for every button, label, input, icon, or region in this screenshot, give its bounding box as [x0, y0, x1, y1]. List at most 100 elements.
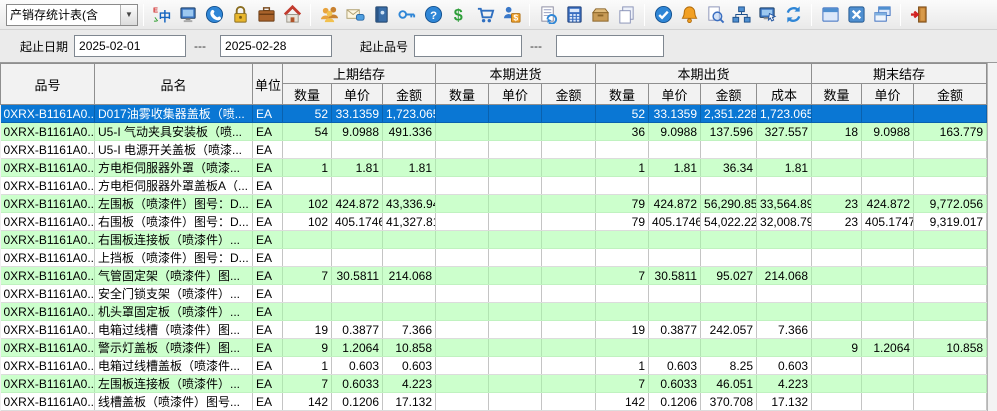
- table-row[interactable]: 0XRX-B1161A0...气管固定架（喷漆件）图...EA730.58112…: [1, 267, 987, 285]
- key-icon[interactable]: [395, 3, 419, 27]
- table-row[interactable]: 0XRX-B1161A0...右围板（喷漆件）图号：D...EA102405.1…: [1, 213, 987, 231]
- table-row[interactable]: 0XRX-B1161A0...右围板连接板（喷漆件）...EA: [1, 231, 987, 249]
- item-from-input[interactable]: [414, 35, 522, 57]
- col-header-price[interactable]: 单价: [862, 84, 914, 105]
- table-row[interactable]: 0XRX-B1161A0...左围板（喷漆件）图号：D...EA102424.8…: [1, 195, 987, 213]
- product-name-cell: 左围板连接板（喷漆件）...: [95, 375, 253, 393]
- dollar-icon[interactable]: $: [447, 3, 471, 27]
- remote-icon[interactable]: [755, 3, 779, 27]
- chevron-down-icon[interactable]: ▼: [120, 5, 137, 25]
- window-icon[interactable]: [818, 3, 842, 27]
- col-header-amount[interactable]: 金额: [383, 84, 436, 105]
- value-cell: [812, 357, 862, 375]
- col-header-amount[interactable]: 金额: [701, 84, 757, 105]
- value-cell: [862, 249, 914, 267]
- col-header-cost[interactable]: 成本: [757, 84, 812, 105]
- grid-right-filler: [987, 63, 997, 411]
- value-cell: 424.872: [332, 195, 383, 213]
- value-cell: [649, 249, 701, 267]
- calculator-icon[interactable]: [562, 3, 586, 27]
- item-to-input[interactable]: [556, 35, 664, 57]
- date-from-input[interactable]: [74, 35, 186, 57]
- refresh-icon[interactable]: [781, 3, 805, 27]
- value-cell: [862, 303, 914, 321]
- value-cell: [914, 321, 987, 339]
- table-row[interactable]: 0XRX-B1161A0...电箱过线槽（喷漆件）图...EA190.38777…: [1, 321, 987, 339]
- value-cell: [649, 303, 701, 321]
- org-chart-icon[interactable]: [729, 3, 753, 27]
- col-header-qty[interactable]: 数量: [812, 84, 862, 105]
- value-cell: [596, 177, 649, 195]
- report-type-select[interactable]: 产销存统计表(含 ▼: [6, 4, 138, 26]
- lang-switch-icon[interactable]: E中: [150, 3, 174, 27]
- approve-icon[interactable]: [651, 3, 675, 27]
- col-header-price[interactable]: 单价: [649, 84, 701, 105]
- product-name-cell: 线槽盖板（喷漆件）图号...: [95, 393, 253, 411]
- archive-icon[interactable]: [588, 3, 612, 27]
- value-cell: 9.0988: [332, 123, 383, 141]
- product-no-cell: 0XRX-B1161A0...: [1, 267, 95, 285]
- value-cell: [862, 105, 914, 123]
- value-cell: [332, 249, 383, 267]
- col-header-price[interactable]: 单价: [489, 84, 542, 105]
- value-cell: [914, 231, 987, 249]
- value-cell: 9: [283, 339, 332, 357]
- value-cell: [542, 177, 596, 195]
- table-row[interactable]: 0XRX-B1161A0...左围板连接板（喷漆件）...EA70.60334.…: [1, 375, 987, 393]
- table-row[interactable]: 0XRX-B1161A0...U5-I 电源开关盖板（喷漆...EA: [1, 141, 987, 159]
- value-cell: [332, 141, 383, 159]
- phone-icon[interactable]: [202, 3, 226, 27]
- monitor-icon[interactable]: [176, 3, 200, 27]
- col-header-product-no[interactable]: 品号: [1, 64, 95, 105]
- table-row[interactable]: 0XRX-B1161A0...警示灯盖板（喷漆件）图...EA91.206410…: [1, 339, 987, 357]
- exit-icon[interactable]: [907, 3, 931, 27]
- close-window-icon[interactable]: [844, 3, 868, 27]
- table-row[interactable]: 0XRX-B1161A0...机头罩固定板（喷漆件）...EA: [1, 303, 987, 321]
- briefcase-icon[interactable]: [254, 3, 278, 27]
- col-header-unit[interactable]: 单位: [253, 64, 283, 105]
- toolbar-separator: [529, 4, 530, 26]
- col-header-amount[interactable]: 金额: [542, 84, 596, 105]
- cart-icon[interactable]: [473, 3, 497, 27]
- report-refresh-icon[interactable]: [536, 3, 560, 27]
- value-cell: 17.132: [757, 393, 812, 411]
- mail-icon[interactable]: [343, 3, 367, 27]
- search-doc-icon[interactable]: [703, 3, 727, 27]
- product-no-cell: 0XRX-B1161A0...: [1, 177, 95, 195]
- users-icon[interactable]: [317, 3, 341, 27]
- col-header-qty[interactable]: 数量: [283, 84, 332, 105]
- value-cell: 7: [283, 375, 332, 393]
- toolbar: 产销存统计表(含 ▼ E中?$$: [0, 0, 997, 30]
- col-header-qty[interactable]: 数量: [436, 84, 489, 105]
- help-icon[interactable]: ?: [421, 3, 445, 27]
- table-row[interactable]: 0XRX-B1161A0...安全门锁支架（喷漆件）...EA: [1, 285, 987, 303]
- table-row[interactable]: 0XRX-B1161A0...电箱过线槽盖板（喷漆件...EA10.6030.6…: [1, 357, 987, 375]
- value-cell: 0.1206: [332, 393, 383, 411]
- home-icon[interactable]: [280, 3, 304, 27]
- copy-icon[interactable]: [614, 3, 638, 27]
- lock-icon[interactable]: [228, 3, 252, 27]
- table-row[interactable]: 0XRX-B1161A0...方电柜伺服器外罩（喷漆...EA11.811.81…: [1, 159, 987, 177]
- statistics-table: 品号 品名 单位 上期结存 本期进货 本期出货 期末结存 数量 单价 金额 数量…: [0, 63, 987, 411]
- table-row[interactable]: 0XRX-B1161A0...D017油雾收集器盖板（喷...EA5233.13…: [1, 105, 987, 123]
- unit-cell: EA: [253, 375, 283, 393]
- finance-icon[interactable]: $: [499, 3, 523, 27]
- value-cell: [489, 123, 542, 141]
- value-cell: 54: [283, 123, 332, 141]
- product-name-cell: D017油雾收集器盖板（喷...: [95, 105, 253, 123]
- table-row[interactable]: 0XRX-B1161A0...U5-I 气动夹具安装板（喷...EA549.09…: [1, 123, 987, 141]
- date-to-input[interactable]: [220, 35, 332, 57]
- col-header-qty[interactable]: 数量: [596, 84, 649, 105]
- col-header-product-name[interactable]: 品名: [95, 64, 253, 105]
- value-cell: [542, 213, 596, 231]
- col-header-price[interactable]: 单价: [332, 84, 383, 105]
- notebook-icon[interactable]: [369, 3, 393, 27]
- table-row[interactable]: 0XRX-B1161A0...方电柜伺服器外罩盖板A（...EA: [1, 177, 987, 195]
- value-cell: [862, 159, 914, 177]
- value-cell: 17.132: [383, 393, 436, 411]
- bell-icon[interactable]: [677, 3, 701, 27]
- table-row[interactable]: 0XRX-B1161A0...上挡板（喷漆件）图号：D...EA: [1, 249, 987, 267]
- cascade-icon[interactable]: [870, 3, 894, 27]
- table-row[interactable]: 0XRX-B1161A0...线槽盖板（喷漆件）图号...EA1420.1206…: [1, 393, 987, 411]
- col-header-amount[interactable]: 金额: [914, 84, 987, 105]
